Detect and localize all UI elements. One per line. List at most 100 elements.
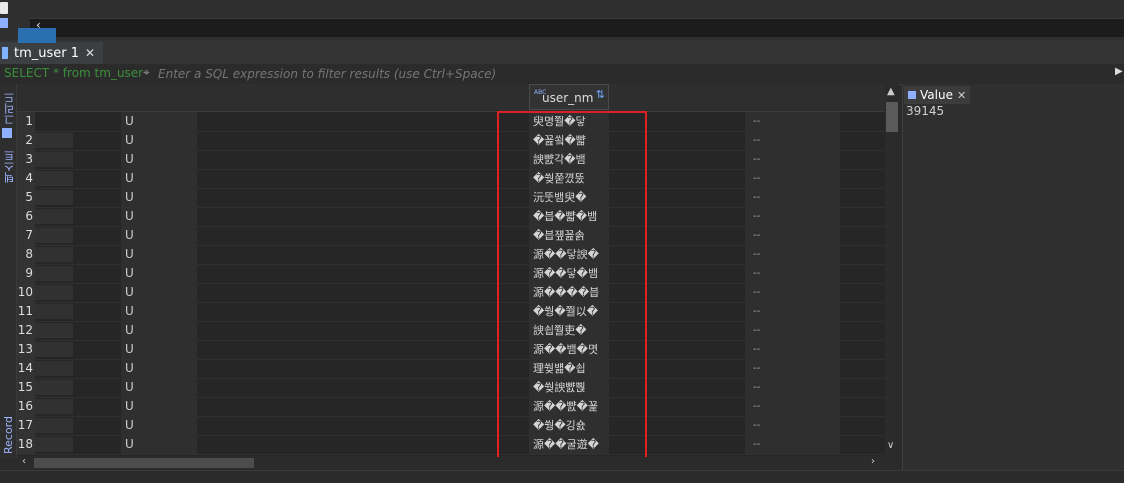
- empty-cell[interactable]: --: [745, 378, 840, 397]
- results-grid[interactable]: ABC user_nm ⇅ 1 U 臾명쭬�닿 -- 2 U �꾪쑄�뺣 -- 3 U 諛뺤각�뱀 -…: [17, 84, 885, 456]
- table-row[interactable]: 12 U 諛쇱쭬吏� --: [17, 321, 885, 341]
- value-panel-tab[interactable]: Value ✕: [904, 86, 971, 104]
- table-row[interactable]: 9 U 源��닿�뱀 --: [17, 264, 885, 284]
- user-nm-cell[interactable]: 源��뺤�꾩: [529, 397, 609, 416]
- table-row[interactable]: 10 U 源����븝 --: [17, 283, 885, 303]
- row-cell[interactable]: [35, 285, 73, 300]
- table-row[interactable]: 7 U �븝쟾꾪솕 --: [17, 226, 885, 246]
- user-nm-cell[interactable]: �쒖쭏꼈뚰: [529, 169, 609, 188]
- flag-cell[interactable]: U: [121, 245, 197, 264]
- empty-cell[interactable]: --: [745, 207, 840, 226]
- empty-cell[interactable]: --: [745, 226, 840, 245]
- row-cell[interactable]: [35, 247, 73, 262]
- close-icon[interactable]: ✕: [957, 89, 966, 102]
- flag-cell[interactable]: U: [121, 435, 197, 454]
- table-row[interactable]: 8 U 源��닿諛� --: [17, 245, 885, 265]
- user-nm-cell[interactable]: �꾪쑄�뺣: [529, 131, 609, 150]
- flag-cell[interactable]: U: [121, 340, 197, 359]
- user-nm-cell[interactable]: 理쒖뱶�쇱: [529, 359, 609, 378]
- row-cell[interactable]: [35, 133, 73, 148]
- table-row[interactable]: 5 U 沅뚯뱀臾� --: [17, 188, 885, 208]
- close-icon[interactable]: ✕: [85, 46, 95, 60]
- user-nm-cell[interactable]: �븝쟾꾪솕: [529, 226, 609, 245]
- row-cell[interactable]: [35, 266, 73, 281]
- user-nm-cell[interactable]: 源��굴遊�: [529, 435, 609, 454]
- record-mode-tab[interactable]: Record: [2, 416, 15, 454]
- empty-cell[interactable]: --: [745, 169, 840, 188]
- tab-tm-user[interactable]: tm_user 1 ✕: [0, 42, 104, 64]
- row-cell[interactable]: [35, 152, 73, 167]
- table-row[interactable]: 15 U �쒖諛뺤뿭 --: [17, 378, 885, 398]
- chevron-down-icon[interactable]: ∨: [887, 440, 894, 451]
- row-cell[interactable]: [35, 342, 73, 357]
- text-view-tab[interactable]: 텍스트: [2, 150, 18, 183]
- table-row[interactable]: 1 U 臾명쭬�닿 --: [17, 112, 885, 132]
- user-nm-cell[interactable]: 源��닿諛�: [529, 245, 609, 264]
- row-cell[interactable]: [35, 190, 73, 205]
- flag-cell[interactable]: U: [121, 150, 197, 169]
- user-nm-cell[interactable]: 源��뱀�몃: [529, 340, 609, 359]
- flag-cell[interactable]: U: [121, 283, 197, 302]
- flag-cell[interactable]: U: [121, 378, 197, 397]
- flag-cell[interactable]: U: [121, 302, 197, 321]
- user-nm-cell[interactable]: 源����븝: [529, 283, 609, 302]
- chevron-up-icon[interactable]: ▲: [887, 86, 895, 97]
- empty-cell[interactable]: --: [745, 283, 840, 302]
- row-cell[interactable]: [35, 304, 73, 319]
- user-nm-cell[interactable]: �쒕�쭬以�: [529, 302, 609, 321]
- empty-cell[interactable]: --: [745, 340, 840, 359]
- row-cell[interactable]: [35, 209, 73, 224]
- grid-view-tab[interactable]: 그리드: [2, 92, 18, 125]
- user-nm-cell[interactable]: �븝�뺣�뱀: [529, 207, 609, 226]
- empty-cell[interactable]: --: [745, 321, 840, 340]
- flag-cell[interactable]: U: [121, 397, 197, 416]
- flag-cell[interactable]: U: [121, 264, 197, 283]
- row-cell[interactable]: [35, 228, 73, 243]
- vertical-scroll-thumb[interactable]: [886, 102, 898, 132]
- empty-cell[interactable]: --: [745, 245, 840, 264]
- flag-cell[interactable]: U: [121, 359, 197, 378]
- user-nm-cell[interactable]: 諛쇱쭬吏�: [529, 321, 609, 340]
- chevron-right-icon[interactable]: ›: [871, 456, 875, 467]
- chevron-left-icon[interactable]: ‹: [22, 456, 26, 467]
- row-cell[interactable]: [35, 323, 73, 338]
- empty-cell[interactable]: --: [745, 435, 840, 454]
- vertical-scrollbar[interactable]: [885, 84, 899, 458]
- flag-cell[interactable]: U: [121, 207, 197, 226]
- user-nm-cell[interactable]: 諛뺤각�뱀: [529, 150, 609, 169]
- column-header-user-nm[interactable]: ABC user_nm ⇅: [529, 84, 609, 110]
- table-row[interactable]: 2 U �꾪쑄�뺣 --: [17, 131, 885, 151]
- user-nm-cell[interactable]: 源��닿�뱀: [529, 264, 609, 283]
- table-row[interactable]: 14 U 理쒖뱶�쇱 --: [17, 359, 885, 379]
- flag-cell[interactable]: U: [121, 188, 197, 207]
- selected-cell[interactable]: [18, 28, 56, 43]
- flag-cell[interactable]: U: [121, 321, 197, 340]
- table-row[interactable]: 11 U �쒕�쭬以� --: [17, 302, 885, 322]
- filter-input[interactable]: [158, 65, 1098, 83]
- triangle-right-icon[interactable]: ▶: [1115, 66, 1123, 77]
- user-nm-cell[interactable]: 沅뚯뱀臾�: [529, 188, 609, 207]
- row-cell[interactable]: [35, 171, 73, 186]
- row-cell[interactable]: [35, 418, 73, 433]
- empty-cell[interactable]: --: [745, 302, 840, 321]
- empty-cell[interactable]: --: [745, 112, 840, 131]
- empty-cell[interactable]: --: [745, 188, 840, 207]
- empty-cell[interactable]: --: [745, 416, 840, 435]
- flag-cell[interactable]: U: [121, 112, 197, 131]
- flag-cell[interactable]: U: [121, 169, 197, 188]
- flag-cell[interactable]: U: [121, 226, 197, 245]
- empty-cell[interactable]: --: [745, 150, 840, 169]
- table-row[interactable]: 16 U 源��뺤�꾩 --: [17, 397, 885, 417]
- row-cell[interactable]: [35, 380, 73, 395]
- table-row[interactable]: 3 U 諛뺤각�뱀 --: [17, 150, 885, 170]
- table-row[interactable]: 4 U �쒖쭏꼈뚰 --: [17, 169, 885, 189]
- table-row[interactable]: 18 U 源��굴遊� --: [17, 435, 885, 455]
- table-row[interactable]: 6 U �븝�뺣�뱀 --: [17, 207, 885, 227]
- sort-icon[interactable]: ⇅: [596, 88, 605, 101]
- table-row[interactable]: 17 U �쒕�깅숈 --: [17, 416, 885, 436]
- row-cell[interactable]: [35, 399, 73, 414]
- flag-cell[interactable]: U: [121, 416, 197, 435]
- flag-cell[interactable]: U: [121, 131, 197, 150]
- table-row[interactable]: 13 U 源��뱀�몃 --: [17, 340, 885, 360]
- empty-cell[interactable]: --: [745, 397, 840, 416]
